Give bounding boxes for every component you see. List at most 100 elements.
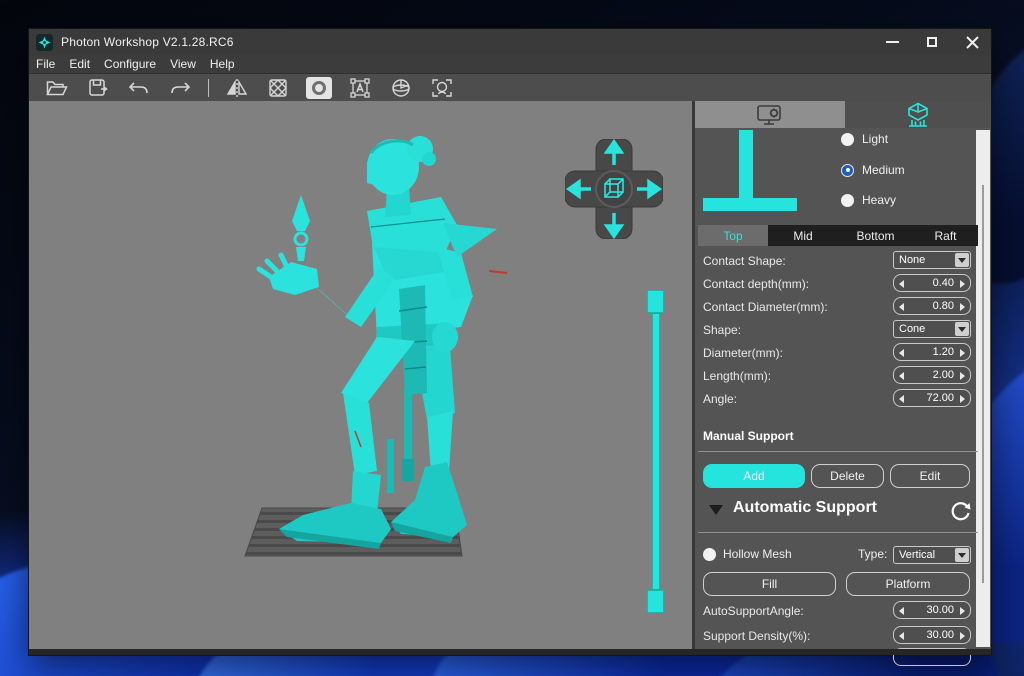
collapse-triangle-icon[interactable]: [709, 505, 723, 515]
slider-top-handle[interactable]: [647, 290, 664, 313]
minimize-button[interactable]: [883, 33, 901, 51]
app-logo-icon: [36, 34, 53, 51]
hollow-mesh-radio-icon[interactable]: [703, 548, 716, 561]
density-option-heavy[interactable]: Heavy: [841, 193, 896, 207]
diameter-spinner[interactable]: 1.20: [893, 343, 971, 361]
menu-edit[interactable]: Edit: [62, 57, 97, 71]
tab-bottom[interactable]: Bottom: [838, 225, 913, 246]
toolbar-divider: [208, 79, 209, 97]
decrement-arrow-icon[interactable]: [899, 280, 904, 288]
tab-raft[interactable]: Raft: [913, 225, 978, 246]
hollow-mesh-label: Hollow Mesh: [723, 547, 792, 561]
support-section-tabs: Top Mid Bottom Raft: [698, 225, 978, 246]
z-height-slider: [646, 290, 666, 616]
support-icon: [905, 102, 931, 128]
menu-configure[interactable]: Configure: [97, 57, 163, 71]
auto-support-angle-spinner[interactable]: 30.00: [893, 601, 971, 619]
shape-dropdown[interactable]: Cone: [893, 320, 971, 338]
window-bottom-border: [29, 649, 991, 655]
edit-support-button[interactable]: Edit: [890, 464, 970, 488]
close-button[interactable]: [963, 33, 981, 51]
contact-depth-spinner[interactable]: 0.40: [893, 274, 971, 292]
menu-help[interactable]: Help: [203, 57, 242, 71]
decrement-arrow-icon[interactable]: [899, 372, 904, 380]
radio-selected-icon[interactable]: [841, 164, 854, 177]
type-dropdown[interactable]: Vertical: [893, 546, 971, 564]
contact-depth-label: Contact depth(mm):: [703, 277, 809, 291]
menu-bar: File Edit Configure View Help: [29, 55, 991, 74]
fill-button[interactable]: Fill: [703, 572, 836, 596]
angle-spinner[interactable]: 72.00: [893, 389, 971, 407]
lattice-icon[interactable]: [265, 77, 291, 99]
support-shape-preview: [703, 198, 797, 211]
open-icon[interactable]: [44, 77, 70, 99]
support-shape-preview: [739, 130, 753, 199]
refresh-icon[interactable]: [949, 499, 973, 523]
tab-top[interactable]: Top: [698, 225, 768, 246]
redo-icon[interactable]: [167, 77, 193, 99]
increment-arrow-icon[interactable]: [960, 349, 965, 357]
increment-arrow-icon[interactable]: [960, 280, 965, 288]
automatic-support-title: Automatic Support: [733, 499, 877, 517]
panel-tabs: [695, 101, 991, 128]
support-density-spinner[interactable]: 30.00: [893, 626, 971, 644]
angle-label: Angle:: [703, 392, 737, 406]
length-label: Length(mm):: [703, 369, 771, 383]
dropdown-arrow-icon[interactable]: [955, 548, 969, 562]
increment-arrow-icon[interactable]: [960, 303, 965, 311]
hollow-mesh-row: Hollow Mesh Type: Vertical: [695, 545, 991, 565]
shape-label: Shape:: [703, 323, 741, 337]
length-spinner[interactable]: 2.00: [893, 366, 971, 384]
viewport-3d[interactable]: [29, 101, 692, 649]
radio-icon[interactable]: [841, 133, 854, 146]
increment-arrow-icon[interactable]: [960, 632, 965, 640]
increment-arrow-icon[interactable]: [960, 607, 965, 615]
increment-arrow-icon[interactable]: [960, 372, 965, 380]
type-label: Type:: [858, 547, 887, 561]
mirror-icon[interactable]: [224, 77, 250, 99]
automatic-support-header: Automatic Support: [695, 498, 991, 524]
tab-support-settings[interactable]: [845, 101, 991, 128]
undo-icon[interactable]: [126, 77, 152, 99]
maximize-button[interactable]: [923, 33, 941, 51]
hole-icon[interactable]: [306, 77, 332, 99]
menu-file[interactable]: File: [29, 57, 62, 71]
tab-printer-settings[interactable]: [695, 101, 845, 128]
dropdown-arrow-icon[interactable]: [955, 253, 969, 267]
support-density-label: Support Density(%):: [703, 629, 810, 643]
decrement-arrow-icon[interactable]: [899, 395, 904, 403]
model-jett-figure[interactable]: [239, 131, 509, 601]
increment-arrow-icon[interactable]: [960, 395, 965, 403]
dropdown-arrow-icon[interactable]: [955, 322, 969, 336]
contact-diameter-label: Contact Diameter(mm):: [703, 300, 828, 314]
density-option-medium[interactable]: Medium: [841, 163, 905, 177]
decrement-arrow-icon[interactable]: [899, 349, 904, 357]
monitor-gear-icon: [755, 103, 785, 127]
sphere-icon[interactable]: [388, 77, 414, 99]
text-icon[interactable]: [347, 77, 373, 99]
contact-shape-dropdown[interactable]: None: [893, 251, 971, 269]
title-bar[interactable]: Photon Workshop V2.1.28.RC6: [29, 29, 991, 55]
view-cube-button[interactable]: [596, 171, 632, 207]
menu-view[interactable]: View: [163, 57, 203, 71]
decrement-arrow-icon[interactable]: [899, 607, 904, 615]
decrement-arrow-icon[interactable]: [899, 632, 904, 640]
separator: [698, 532, 978, 533]
scan-icon[interactable]: [429, 77, 455, 99]
separator: [698, 451, 978, 452]
contact-diameter-spinner[interactable]: 0.80: [893, 297, 971, 315]
manual-support-title: Manual Support: [703, 429, 794, 443]
photon-workshop-window: Photon Workshop V2.1.28.RC6 File Edit Co…: [28, 28, 992, 656]
platform-button[interactable]: Platform: [846, 572, 970, 596]
radio-icon[interactable]: [841, 194, 854, 207]
decrement-arrow-icon[interactable]: [899, 303, 904, 311]
toolbar: [29, 75, 991, 101]
density-option-light[interactable]: Light: [841, 132, 888, 146]
add-support-button[interactable]: Add: [703, 464, 805, 488]
support-settings-panel: Light Medium Heavy Top Mid Bottom Raft C…: [692, 101, 991, 649]
delete-support-button[interactable]: Delete: [811, 464, 884, 488]
slider-bottom-handle[interactable]: [647, 590, 664, 613]
slider-track[interactable]: [652, 314, 660, 589]
tab-mid[interactable]: Mid: [768, 225, 838, 246]
save-icon[interactable]: [85, 77, 111, 99]
